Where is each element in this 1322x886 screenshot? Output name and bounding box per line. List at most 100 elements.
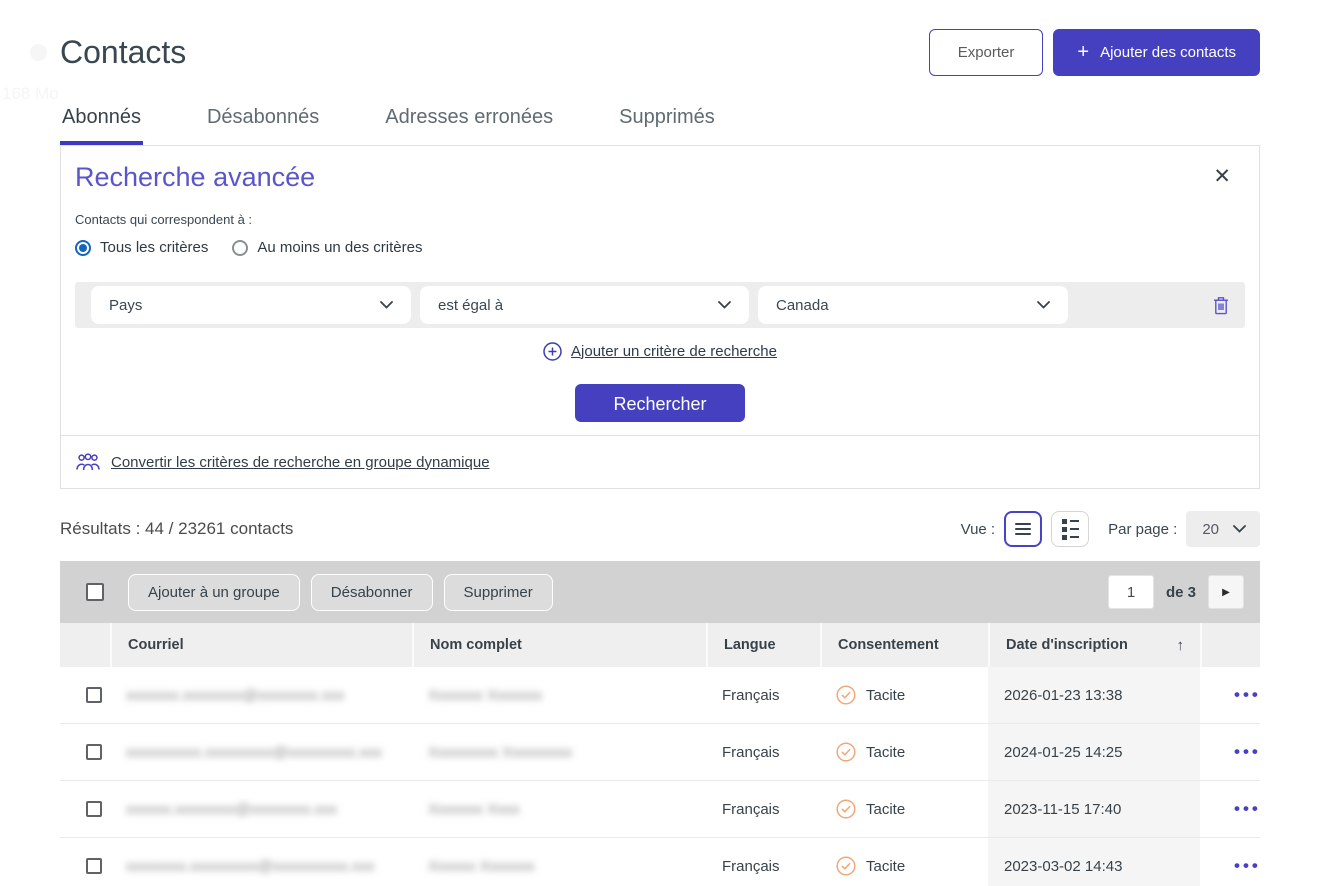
name-redacted: Xxxxxx Xxxxxxx xyxy=(428,858,535,875)
name-redacted: Xxxxxxx Xxxx xyxy=(428,801,520,818)
radio-unselected-icon xyxy=(232,240,248,256)
consent-cell: Tacite xyxy=(820,667,988,723)
consent-check-icon xyxy=(836,685,856,705)
radio-all-label: Tous les critères xyxy=(100,238,208,258)
select-all-checkbox[interactable] xyxy=(86,583,104,601)
export-button[interactable]: Exporter xyxy=(929,29,1044,76)
criteria-operator-value: est égal à xyxy=(438,297,503,314)
next-page-button[interactable]: ▶ xyxy=(1208,575,1244,609)
pagination: de 3 ▶ xyxy=(1108,575,1244,609)
group-people-icon xyxy=(76,453,100,471)
tab-abonnes[interactable]: Abonnés xyxy=(60,106,143,145)
chevron-down-icon xyxy=(1037,301,1050,309)
language-cell: Français xyxy=(706,781,820,837)
add-criteria-link[interactable]: Ajouter un critère de recherche xyxy=(543,342,777,361)
radio-selected-icon xyxy=(75,240,91,256)
match-label: Contacts qui correspondent à : xyxy=(75,212,1245,228)
tab-adresses-erronees[interactable]: Adresses erronées xyxy=(383,106,555,145)
row-actions-menu[interactable]: ••• xyxy=(1216,742,1261,762)
list-view-button[interactable] xyxy=(1004,511,1042,547)
row-actions-menu[interactable]: ••• xyxy=(1216,799,1261,819)
row-actions-menu[interactable]: ••• xyxy=(1216,856,1261,876)
add-criteria-row: Ajouter un critère de recherche xyxy=(75,342,1245,366)
convert-row: Convertir les critères de recherche en g… xyxy=(61,435,1259,488)
signup-date-cell: 2023-03-02 14:43 xyxy=(988,838,1200,886)
unsubscribe-button[interactable]: Désabonner xyxy=(311,574,433,611)
signup-date-cell: 2026-01-23 13:38 xyxy=(988,667,1200,723)
sort-ascending-icon: ↑ xyxy=(1177,637,1185,654)
chevron-down-icon xyxy=(380,301,393,309)
card-view-button[interactable] xyxy=(1051,511,1089,547)
signup-date-cell: 2024-01-25 14:25 xyxy=(988,724,1200,780)
page-header: Contacts Exporter + Ajouter des contacts xyxy=(60,0,1260,80)
column-header-language[interactable]: Langue xyxy=(706,623,820,667)
add-to-group-button[interactable]: Ajouter à un groupe xyxy=(128,574,300,611)
consent-cell: Tacite xyxy=(820,781,988,837)
tab-supprimes[interactable]: Supprimés xyxy=(617,106,717,145)
language-cell: Français xyxy=(706,838,820,886)
consent-check-icon xyxy=(836,742,856,762)
row-checkbox[interactable] xyxy=(86,744,102,760)
advanced-search-title: Recherche avancée xyxy=(75,160,1245,194)
table-row: xxxxxxxxxx.xxxxxxxxx@xxxxxxxxx.xxx Xxxxx… xyxy=(60,724,1260,781)
results-summary: Résultats : 44 / 23261 contacts xyxy=(60,519,293,539)
email-redacted: xxxxxxxxxx.xxxxxxxxx@xxxxxxxxx.xxx xyxy=(126,744,382,761)
name-redacted: Xxxxxxxxx Xxxxxxxxx xyxy=(428,744,572,761)
trash-icon[interactable] xyxy=(1213,296,1229,315)
consent-label: Tacite xyxy=(866,801,905,818)
table-row: xxxxxx.xxxxxxxx@xxxxxxxx.xxx Xxxxxxx Xxx… xyxy=(60,781,1260,838)
ghost-storage-label: 168 Mo xyxy=(2,84,59,104)
header-actions: Exporter + Ajouter des contacts xyxy=(929,29,1260,76)
radio-any-label: Au moins un des critères xyxy=(257,238,422,258)
signup-date-label: Date d'inscription xyxy=(1006,637,1128,653)
email-redacted: xxxxxxx.xxxxxxxx@xxxxxxxx.xxx xyxy=(126,687,345,704)
consent-check-icon xyxy=(836,856,856,876)
delete-button[interactable]: Supprimer xyxy=(444,574,553,611)
column-header-consent[interactable]: Consentement xyxy=(820,623,988,667)
list-view-icon xyxy=(1015,523,1031,535)
page-title: Contacts xyxy=(60,34,186,71)
row-actions-menu[interactable]: ••• xyxy=(1216,685,1261,705)
consent-label: Tacite xyxy=(866,858,905,875)
card-view-icon xyxy=(1062,519,1079,540)
criteria-value-select[interactable]: Canada xyxy=(758,286,1068,324)
plus-icon: + xyxy=(1077,45,1089,59)
results-bar: Résultats : 44 / 23261 contacts Vue : Pa… xyxy=(60,507,1260,551)
results-controls: Vue : Par page : 20 xyxy=(961,511,1260,547)
tab-desabonnes[interactable]: Désabonnés xyxy=(205,106,321,145)
table-toolbar: Ajouter à un groupe Désabonner Supprimer… xyxy=(60,561,1260,623)
chevron-down-icon xyxy=(1233,525,1246,533)
convert-to-dynamic-group-link[interactable]: Convertir les critères de recherche en g… xyxy=(111,454,490,471)
column-header-email[interactable]: Courriel xyxy=(110,623,412,667)
search-button[interactable]: Rechercher xyxy=(575,384,744,422)
close-icon[interactable]: ✕ xyxy=(1213,166,1231,187)
table-row: xxxxxxx.xxxxxxxx@xxxxxxxx.xxx Xxxxxxx Xx… xyxy=(60,667,1260,724)
criteria-operator-select[interactable]: est égal à xyxy=(420,286,749,324)
email-redacted: xxxxxx.xxxxxxxx@xxxxxxxx.xxx xyxy=(126,801,337,818)
column-header-signup-date[interactable]: Date d'inscription ↑ xyxy=(988,623,1200,667)
view-label: Vue : xyxy=(961,521,995,538)
row-checkbox[interactable] xyxy=(86,687,102,703)
advanced-search-panel: ✕ Recherche avancée Contacts qui corresp… xyxy=(60,145,1260,489)
header-actions-cell xyxy=(1200,623,1260,667)
radio-all-criteria[interactable]: Tous les critères xyxy=(75,238,208,258)
criteria-field-select[interactable]: Pays xyxy=(91,286,411,324)
contacts-tabs: Abonnés Désabonnés Adresses erronées Sup… xyxy=(60,106,1260,145)
ghost-avatar xyxy=(30,44,47,61)
add-contacts-label: Ajouter des contacts xyxy=(1100,44,1236,61)
criteria-value: Canada xyxy=(776,297,829,314)
header-checkbox-cell xyxy=(60,623,110,667)
row-checkbox[interactable] xyxy=(86,858,102,874)
criteria-field-value: Pays xyxy=(109,297,142,314)
page-number-input[interactable] xyxy=(1108,575,1154,609)
match-radio-group: Tous les critères Au moins un des critèr… xyxy=(75,238,1245,258)
row-checkbox[interactable] xyxy=(86,801,102,817)
circle-plus-icon xyxy=(543,342,562,361)
radio-any-criteria[interactable]: Au moins un des critères xyxy=(232,238,422,258)
add-contacts-button[interactable]: + Ajouter des contacts xyxy=(1053,29,1260,76)
per-page-select[interactable]: 20 xyxy=(1186,511,1260,547)
criteria-row: Pays est égal à Canada xyxy=(75,282,1245,328)
column-header-name[interactable]: Nom complet xyxy=(412,623,706,667)
add-criteria-label: Ajouter un critère de recherche xyxy=(571,343,777,361)
consent-cell: Tacite xyxy=(820,838,988,886)
